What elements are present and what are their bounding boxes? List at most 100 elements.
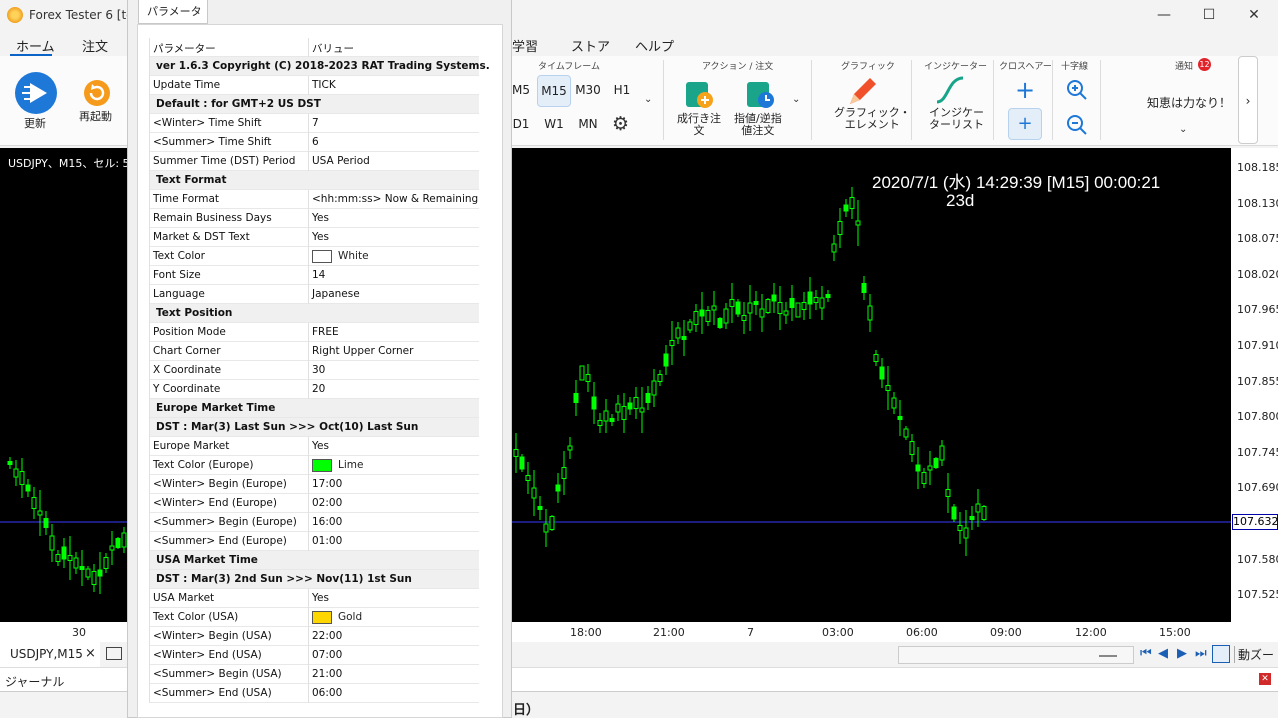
indicator-button[interactable] xyxy=(934,74,966,106)
parameter-row[interactable]: Remain Business Days Yes xyxy=(150,209,479,228)
limit-order-button[interactable] xyxy=(745,80,775,110)
timeframe-w1[interactable]: W1 xyxy=(538,109,570,139)
parameter-row[interactable]: Market & DST Text Yes xyxy=(150,228,479,247)
color-swatch[interactable] xyxy=(312,459,332,472)
parameter-value[interactable]: Gold xyxy=(338,611,362,623)
parameter-row[interactable]: <Summer> Begin (Europe) 16:00 xyxy=(150,513,479,532)
timeframe-settings-icon[interactable]: ⚙ xyxy=(612,115,629,134)
candle-body xyxy=(597,420,603,426)
parameter-value[interactable]: <hh:mm:ss> Now & Remaining xyxy=(312,193,478,205)
restart-button[interactable] xyxy=(83,79,111,107)
parameter-row[interactable]: X Coordinate 30 xyxy=(150,361,479,380)
parameter-row[interactable]: Text Color (Europe) Lime xyxy=(150,456,479,475)
parameter-row[interactable]: Chart Corner Right Upper Corner xyxy=(150,342,479,361)
parameter-value[interactable]: TICK xyxy=(312,79,336,91)
parameter-row[interactable]: Time Format <hh:mm:ss> Now & Remaining xyxy=(150,190,479,209)
timeframe-h1[interactable]: H1 xyxy=(606,75,638,105)
parameter-row[interactable]: <Winter> Time Shift 7 xyxy=(150,114,479,133)
timeframe-mn[interactable]: MN xyxy=(572,109,604,139)
parameter-value[interactable]: 30 xyxy=(312,364,325,376)
parameter-value[interactable]: FREE xyxy=(312,326,339,338)
journal-close-icon[interactable]: ✕ xyxy=(1259,673,1271,685)
parameter-row[interactable]: Y Coordinate 20 xyxy=(150,380,479,399)
parameter-row[interactable]: <Summer> Time Shift 6 xyxy=(150,133,479,152)
parameter-row[interactable]: Text Color (USA) Gold xyxy=(150,608,479,627)
nav-next-icon[interactable]: ▶ xyxy=(1177,646,1187,661)
color-swatch[interactable] xyxy=(312,250,332,263)
dialog-tab-parameters[interactable]: パラメーター xyxy=(138,0,208,42)
tab-order[interactable]: 注文 xyxy=(82,36,108,55)
column-divider xyxy=(308,114,309,133)
parameter-row[interactable]: Europe Market Yes xyxy=(150,437,479,456)
nav-prev-icon[interactable]: ◀ xyxy=(1158,646,1168,661)
refresh-button[interactable] xyxy=(14,72,58,116)
maximize-button[interactable]: ☐ xyxy=(1197,5,1221,25)
crosshair-alt-button[interactable]: + xyxy=(1008,108,1042,140)
tab-store[interactable]: ストア xyxy=(571,36,610,55)
parameter-row[interactable]: <Summer> End (USA) 06:00 xyxy=(150,684,479,703)
parameter-value[interactable]: Yes xyxy=(312,231,329,243)
timeframe-more-chevron-icon[interactable]: ⌄ xyxy=(644,94,652,105)
tab-learn[interactable]: 学習 xyxy=(512,36,538,55)
parameter-value[interactable]: Right Upper Corner xyxy=(312,345,413,357)
nav-first-icon[interactable]: ⏮ xyxy=(1140,646,1152,661)
parameter-value[interactable]: Japanese xyxy=(312,288,360,300)
parameter-row[interactable]: Summer Time (DST) Period USA Period xyxy=(150,152,479,171)
parameter-value[interactable]: 21:00 xyxy=(312,668,342,680)
parameter-value[interactable]: Yes xyxy=(312,212,329,224)
chart-tab[interactable]: USDJPY,M15 × xyxy=(0,642,100,667)
parameter-row[interactable]: USA Market Yes xyxy=(150,589,479,608)
parameter-row[interactable]: <Winter> End (USA) 07:00 xyxy=(150,646,479,665)
parameter-row[interactable]: Text Color White xyxy=(150,247,479,266)
column-divider xyxy=(308,266,309,285)
parameter-row[interactable]: <Winter> End (Europe) 02:00 xyxy=(150,494,479,513)
color-swatch[interactable] xyxy=(312,611,332,624)
crosshair-button[interactable]: + xyxy=(1013,78,1037,103)
parameter-value[interactable]: 20 xyxy=(312,383,325,395)
parameter-row[interactable]: <Summer> Begin (USA) 21:00 xyxy=(150,665,479,684)
close-window-button[interactable]: ✕ xyxy=(1242,5,1266,25)
notify-chevron-icon[interactable]: ⌄ xyxy=(1179,124,1187,135)
timeframe-m15[interactable]: M15 xyxy=(537,75,571,107)
parameter-value[interactable]: Lime xyxy=(338,459,363,471)
parameter-value[interactable]: 22:00 xyxy=(312,630,342,642)
tab-home[interactable]: ホーム xyxy=(16,36,55,55)
nav-last-icon[interactable]: ⏭ xyxy=(1195,646,1207,661)
scrollbar-thumb[interactable] xyxy=(1099,655,1117,657)
ribbon-scroll-right-button[interactable]: › xyxy=(1238,56,1258,144)
parameter-row[interactable]: Font Size 14 xyxy=(150,266,479,285)
minimize-button[interactable]: — xyxy=(1152,5,1176,25)
parameter-row[interactable]: Position Mode FREE xyxy=(150,323,479,342)
parameter-value[interactable]: 17:00 xyxy=(312,478,342,490)
tab-help[interactable]: ヘルプ xyxy=(635,36,674,55)
parameter-row[interactable]: <Winter> Begin (USA) 22:00 xyxy=(150,627,479,646)
market-order-button[interactable] xyxy=(684,80,714,110)
parameter-value[interactable]: White xyxy=(338,250,369,262)
chart-tab-close-icon[interactable]: × xyxy=(85,646,96,661)
parameter-value[interactable]: 02:00 xyxy=(312,497,342,509)
parameter-row[interactable]: <Summer> End (Europe) 01:00 xyxy=(150,532,479,551)
parameter-value[interactable]: 16:00 xyxy=(312,516,342,528)
parameter-value[interactable]: 01:00 xyxy=(312,535,342,547)
parameter-value[interactable]: USA Period xyxy=(312,155,370,167)
auto-scroll-icon[interactable] xyxy=(1212,645,1230,663)
parameter-value[interactable]: 6 xyxy=(312,136,319,148)
parameter-value[interactable]: 06:00 xyxy=(312,687,342,699)
window-list-icon[interactable] xyxy=(106,647,122,660)
horizontal-scrollbar[interactable] xyxy=(898,646,1134,664)
parameter-row[interactable]: Language Japanese xyxy=(150,285,479,304)
parameter-value[interactable]: Yes xyxy=(312,592,329,604)
parameter-value[interactable]: 7 xyxy=(312,117,319,129)
auto-zoom-button[interactable]: 動ズー xyxy=(1234,646,1274,663)
parameter-value[interactable]: 07:00 xyxy=(312,649,342,661)
parameter-value[interactable]: 14 xyxy=(312,269,325,281)
zoom-in-button[interactable] xyxy=(1066,79,1090,103)
timeframe-m30[interactable]: M30 xyxy=(572,75,604,105)
candle-body xyxy=(669,340,675,346)
parameter-row[interactable]: Update Time TICK xyxy=(150,76,479,95)
parameter-value[interactable]: Yes xyxy=(312,440,329,452)
parameter-row[interactable]: <Winter> Begin (Europe) 17:00 xyxy=(150,475,479,494)
order-more-chevron-icon[interactable]: ⌄ xyxy=(792,94,800,105)
graphics-button[interactable] xyxy=(846,76,878,108)
zoom-out-button[interactable] xyxy=(1066,114,1090,138)
